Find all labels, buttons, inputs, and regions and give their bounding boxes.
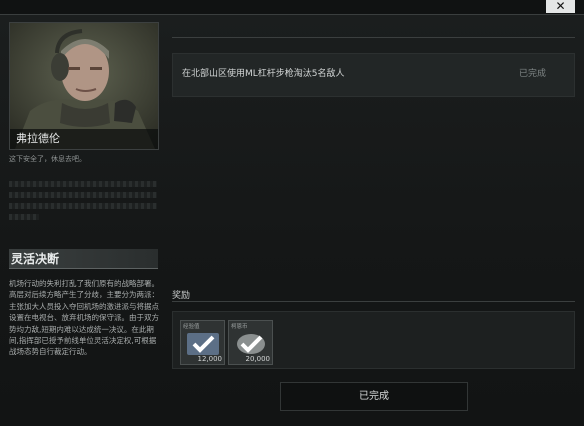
divider [172,301,575,302]
trader-portrait: 弗拉德伦 [9,22,159,150]
trader-standing-info [9,181,157,225]
close-icon: ✕ [555,0,566,13]
close-button[interactable]: ✕ [546,0,575,13]
trader-name: 弗拉德伦 [10,129,158,149]
reward-amount: 20,000 [245,355,271,363]
reward-item-xp[interactable]: 经验值 12,000 [180,320,225,365]
standing-row [9,192,157,198]
reward-item-koen[interactable]: 柯恩币 20,000 [228,320,273,365]
koen-coin-checkmark-icon [237,334,265,354]
standing-row [9,181,157,187]
divider [172,37,575,38]
trader-panel: 弗拉德伦 这下安全了，休息去吧。 灵活决断 机场行动的失利打乱了我们原有的战略部… [0,15,165,426]
quest-description: 机场行动的失利打乱了我们原有的战略部署。高层对后续方略产生了分歧，主要分为两派：… [9,279,159,357]
standing-row [9,214,39,220]
objective-status: 已完成 [519,69,547,79]
quest-title: 灵活决断 [9,249,158,269]
trader-greeting: 这下安全了，休息去吧。 [9,155,86,163]
reward-amount: 12,000 [197,355,223,363]
reward-type: 柯恩币 [231,324,248,330]
quest-details: 在北部山区使用ML杠杆步枪淘汰5名敌人 已完成 奖励 经验值 12,000 柯恩… [165,15,584,426]
complete-button[interactable]: 已完成 [280,382,468,411]
objective-text: 在北部山区使用ML杠杆步枪淘汰5名敌人 [182,69,345,79]
objective-row: 在北部山区使用ML杠杆步枪淘汰5名敌人 已完成 [172,53,575,97]
xp-checkmark-icon [187,333,219,355]
quest-window: 弗拉德伦 这下安全了，休息去吧。 灵活决断 机场行动的失利打乱了我们原有的战略部… [0,14,584,426]
rewards-panel: 经验值 12,000 柯恩币 20,000 [172,311,575,369]
standing-row [9,203,157,209]
title-bar: ✕ [0,0,584,14]
reward-type: 经验值 [183,324,200,330]
rewards-label: 奖励 [172,291,191,301]
